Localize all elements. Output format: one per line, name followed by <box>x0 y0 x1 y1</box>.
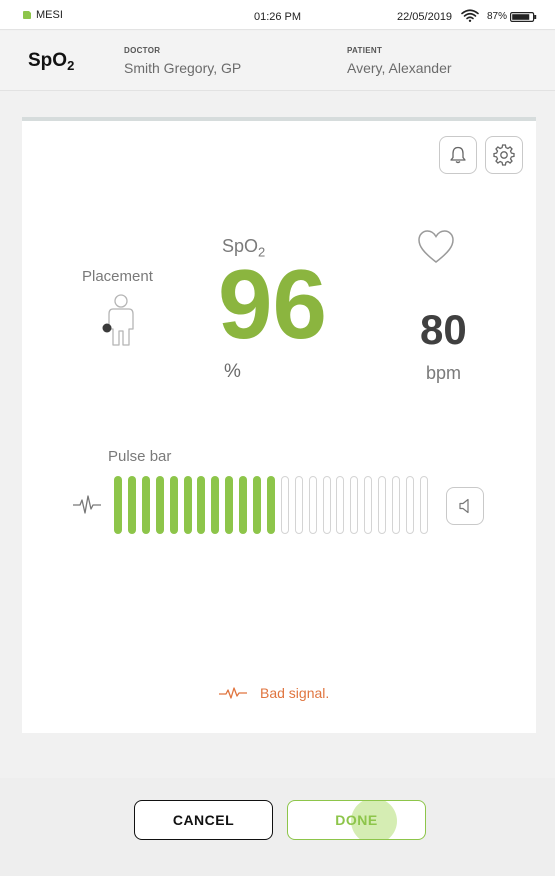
action-footer: CANCEL DONE <box>0 778 555 876</box>
doctor-name: Smith Gregory, GP <box>124 60 242 76</box>
pulse-bar-segment <box>322 476 331 534</box>
signal-status: Bad signal. <box>218 685 329 701</box>
pulse-bar-segment <box>225 476 234 534</box>
doctor-label: DOCTOR <box>124 46 161 55</box>
bell-icon <box>450 146 466 164</box>
pulse-bar-segment <box>141 476 150 534</box>
signal-status-text: Bad signal. <box>260 685 330 701</box>
pulse-bar-segment <box>308 476 317 534</box>
spo2-unit: % <box>224 361 241 382</box>
pulse-bar-segment <box>197 476 206 534</box>
settings-button[interactable] <box>485 136 523 174</box>
cancel-button-label: CANCEL <box>172 812 235 828</box>
pulse-bar-segment <box>392 476 400 534</box>
battery-icon <box>510 12 537 22</box>
volume-button[interactable] <box>446 487 484 525</box>
pulse-bar-segment <box>169 476 178 534</box>
pulse-bar-segment <box>280 476 289 534</box>
patient-label: PATIENT <box>347 46 383 55</box>
pulse-bar-segment <box>211 476 220 534</box>
alarm-button[interactable] <box>439 136 477 174</box>
gear-icon <box>493 144 515 166</box>
done-button[interactable]: DONE <box>287 800 426 840</box>
speaker-icon <box>459 498 469 514</box>
done-button-label: DONE <box>335 812 378 828</box>
pulse-wave-icon <box>73 495 101 514</box>
pulse-bar-segment <box>183 476 192 534</box>
heart-rate-value: 80 <box>420 306 467 353</box>
pulse-bar-segment <box>350 476 359 534</box>
heart-rate-unit: bpm <box>426 363 462 383</box>
patient-name: Avery, Alexander <box>347 60 452 76</box>
pulse-bar-segment <box>364 476 373 534</box>
pulse-bar-segment <box>127 476 136 534</box>
page-title: SpO2 <box>28 50 75 73</box>
status-date: 22/05/2019 <box>397 11 453 23</box>
placement-figure-icon[interactable] <box>100 293 138 347</box>
measurement-card: Placement SpO2 96 % 80 bpm Pulse bar Bad… <box>22 117 536 733</box>
wifi-icon <box>461 9 479 22</box>
spo2-value: 96 <box>218 249 328 359</box>
status-bar: MESI 01:26 PM 22/05/2019 87% <box>0 0 555 30</box>
pulse-bar-segment <box>155 476 164 534</box>
signal-wave-icon <box>219 687 247 699</box>
pulse-bar <box>114 476 434 534</box>
pulse-bar-segment <box>239 476 248 534</box>
placement-label: Placement <box>82 268 153 285</box>
pulse-bar-label: Pulse bar <box>108 448 172 465</box>
app-header: SpO2 DOCTOR Smith Gregory, GP PATIENT Av… <box>0 31 555 91</box>
pulse-bar-segment <box>266 476 275 534</box>
pulse-bar-segment <box>114 476 122 534</box>
pulse-bar-segment <box>336 476 345 534</box>
pulse-bar-segment <box>378 476 387 534</box>
battery-percent: 87% <box>487 11 508 22</box>
pulse-bar-segment <box>253 476 261 534</box>
pulse-bar-segment <box>419 476 428 534</box>
pulse-bar-segment <box>405 476 414 534</box>
pulse-bar-segment <box>294 476 303 534</box>
heart-icon <box>418 230 454 263</box>
cancel-button[interactable]: CANCEL <box>134 800 273 840</box>
